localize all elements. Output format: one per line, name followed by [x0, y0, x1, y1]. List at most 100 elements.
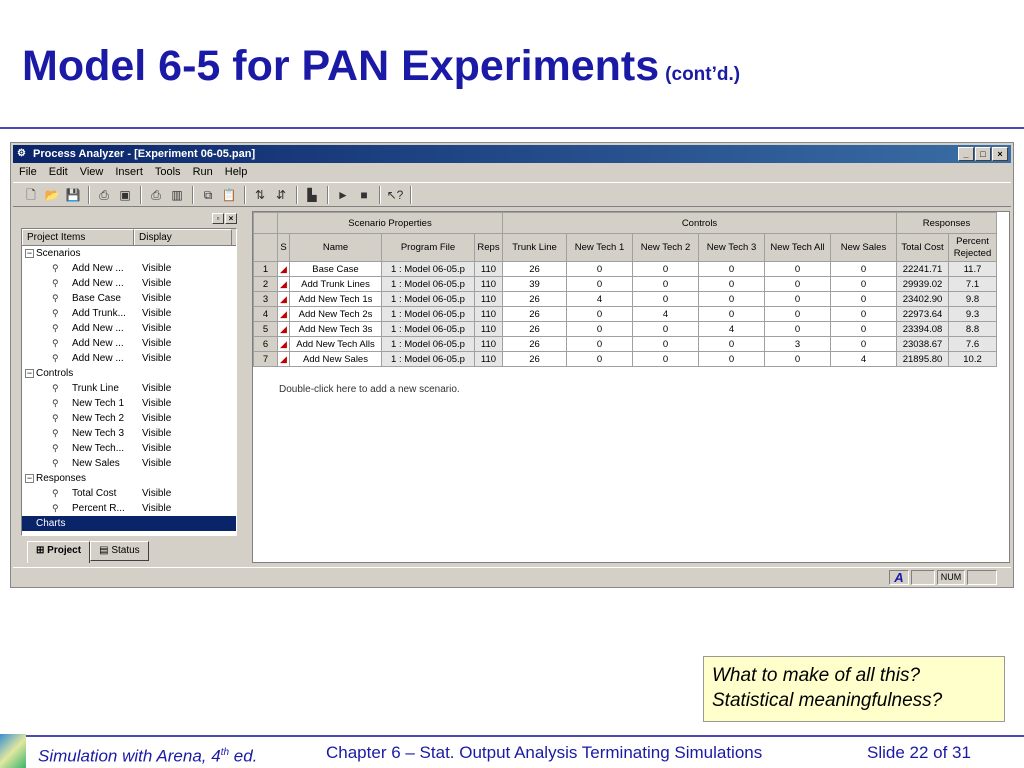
cell-percent-rejected[interactable]: 9.8 [948, 291, 997, 307]
tree-item[interactable]: ⚲ Base Case Visible [22, 291, 236, 306]
cell-reps[interactable]: 110 [474, 261, 503, 277]
cell-trunk-line[interactable]: 26 [502, 306, 567, 322]
col-new-tech-2[interactable]: New Tech 2 [632, 233, 699, 262]
tree-item[interactable]: ⚲ New Tech... Visible [22, 441, 236, 456]
cell-new-tech-all[interactable]: 0 [764, 291, 831, 307]
table-row[interactable]: 7 ◢ Add New Sales 1 : Model 06-05.p 110 26 0 0 0… [253, 351, 997, 367]
cell-total-cost[interactable]: 23394.08 [896, 321, 949, 337]
group-responses[interactable]: Responses [896, 212, 997, 234]
cell-total-cost[interactable]: 29939.02 [896, 276, 949, 292]
tree-item[interactable]: ⚲ Add New ... Visible [22, 261, 236, 276]
cell-name[interactable]: Base Case [289, 261, 382, 277]
tree-item[interactable]: ⚲ Add Trunk... Visible [22, 306, 236, 321]
row-number[interactable]: 3 [253, 291, 278, 307]
cell-total-cost[interactable]: 21895.80 [896, 351, 949, 367]
cell-name[interactable]: Add New Sales [289, 351, 382, 367]
cell-percent-rejected[interactable]: 7.1 [948, 276, 997, 292]
col-percent-rejected[interactable]: Percent Rejected [948, 233, 997, 262]
cell-program-file[interactable]: 1 : Model 06-05.p [381, 261, 475, 277]
tree-item[interactable]: ⚲ Add New ... Visible [22, 276, 236, 291]
table-row[interactable]: 1 ◢ Base Case 1 : Model 06-05.p 110 26 0 0 0 0 0 22… [253, 261, 997, 277]
tree-group-responses[interactable]: − Responses [22, 471, 236, 486]
menu-tools[interactable]: Tools [149, 164, 187, 181]
factory-icon[interactable]: ▙ [302, 186, 322, 204]
cell-percent-rejected[interactable]: 8.8 [948, 321, 997, 337]
col-total-cost[interactable]: Total Cost [896, 233, 949, 262]
col-new-tech-3[interactable]: New Tech 3 [698, 233, 765, 262]
cell-new-tech-2[interactable]: 0 [632, 261, 699, 277]
tree-item[interactable]: ⚲ Percent R... Visible [22, 501, 236, 516]
tree-item[interactable]: ⚲ Total Cost Visible [22, 486, 236, 501]
collapse-toggle-icon[interactable]: − [25, 474, 34, 483]
menu-edit[interactable]: Edit [43, 164, 74, 181]
tab-status[interactable]: ▤ Status [90, 541, 149, 561]
collapse-toggle-icon[interactable]: − [25, 369, 34, 378]
minimize-button[interactable]: _ [958, 147, 974, 161]
pane-close-button[interactable]: × [225, 213, 237, 224]
cell-total-cost[interactable]: 22241.71 [896, 261, 949, 277]
copy-icon[interactable]: ⧉ [198, 186, 218, 204]
cell-reps[interactable]: 110 [474, 291, 503, 307]
group-controls[interactable]: Controls [502, 212, 897, 234]
cell-new-tech-3[interactable]: 0 [698, 306, 765, 322]
cell-new-sales[interactable]: 0 [830, 261, 897, 277]
cell-new-tech-1[interactable]: 0 [566, 321, 633, 337]
cell-new-tech-2[interactable]: 4 [632, 306, 699, 322]
row-number[interactable]: 7 [253, 351, 278, 367]
cell-new-tech-3[interactable]: 0 [698, 291, 765, 307]
row-number[interactable]: 1 [253, 261, 278, 277]
col-project-items[interactable]: Project Items [22, 229, 134, 245]
cell-new-tech-1[interactable]: 4 [566, 291, 633, 307]
col-reps[interactable]: Reps [474, 233, 503, 262]
cell-trunk-line[interactable]: 39 [502, 276, 567, 292]
cell-reps[interactable]: 110 [474, 351, 503, 367]
cell-name[interactable]: Add Trunk Lines [289, 276, 382, 292]
cell-name[interactable]: Add New Tech Alls [289, 336, 382, 352]
cell-program-file[interactable]: 1 : Model 06-05.p [381, 276, 475, 292]
print-icon[interactable]: ⎙ [94, 186, 114, 204]
run-icon[interactable]: ► [333, 186, 353, 204]
cell-program-file[interactable]: 1 : Model 06-05.p [381, 321, 475, 337]
cell-trunk-line[interactable]: 26 [502, 336, 567, 352]
cell-trunk-line[interactable]: 26 [502, 351, 567, 367]
cell-new-tech-3[interactable]: 0 [698, 276, 765, 292]
add-scenario-hint[interactable]: Double-click here to add a new scenario. [279, 384, 460, 395]
save-icon[interactable]: 💾 [63, 186, 83, 204]
col-name[interactable]: Name [289, 233, 382, 262]
menu-run[interactable]: Run [187, 164, 219, 181]
col-new-sales[interactable]: New Sales [830, 233, 897, 262]
cell-total-cost[interactable]: 23038.67 [896, 336, 949, 352]
cell-program-file[interactable]: 1 : Model 06-05.p [381, 291, 475, 307]
print-chart-icon[interactable]: ⎙ [146, 186, 166, 204]
sort-descending-icon[interactable]: ⇵ [271, 186, 291, 204]
cell-new-tech-1[interactable]: 0 [566, 261, 633, 277]
cell-new-sales[interactable]: 0 [830, 306, 897, 322]
stop-icon[interactable]: ■ [354, 186, 374, 204]
cell-program-file[interactable]: 1 : Model 06-05.p [381, 306, 475, 322]
cell-trunk-line[interactable]: 26 [502, 261, 567, 277]
cell-reps[interactable]: 110 [474, 336, 503, 352]
col-s[interactable]: S [277, 233, 290, 262]
tree-item[interactable]: ⚲ New Tech 3 Visible [22, 426, 236, 441]
cell-new-sales[interactable]: 0 [830, 291, 897, 307]
row-number[interactable]: 5 [253, 321, 278, 337]
maximize-button[interactable]: □ [975, 147, 991, 161]
cell-new-tech-2[interactable]: 0 [632, 276, 699, 292]
col-new-tech-1[interactable]: New Tech 1 [566, 233, 633, 262]
cell-new-tech-all[interactable]: 0 [764, 351, 831, 367]
window-titlebar[interactable]: ⚙ Process Analyzer - [Experiment 06-05.p… [13, 145, 1011, 163]
table-row[interactable]: 5 ◢ Add New Tech 3s 1 : Model 06-05.p 110 26 0… [253, 321, 997, 337]
cell-new-tech-3[interactable]: 4 [698, 321, 765, 337]
cell-reps[interactable]: 110 [474, 321, 503, 337]
chart-icon[interactable]: ▥ [167, 186, 187, 204]
table-row[interactable]: 3 ◢ Add New Tech 1s 1 : Model 06-05.p 110 26 4… [253, 291, 997, 307]
cell-new-tech-1[interactable]: 0 [566, 336, 633, 352]
cell-total-cost[interactable]: 22973.64 [896, 306, 949, 322]
help-pointer-icon[interactable]: ↖? [385, 186, 405, 204]
cell-program-file[interactable]: 1 : Model 06-05.p [381, 351, 475, 367]
group-scenario-properties[interactable]: Scenario Properties [277, 212, 503, 234]
cell-new-tech-2[interactable]: 0 [632, 291, 699, 307]
cell-name[interactable]: Add New Tech 3s [289, 321, 382, 337]
cell-new-tech-2[interactable]: 0 [632, 351, 699, 367]
paste-icon[interactable]: 📋 [219, 186, 239, 204]
